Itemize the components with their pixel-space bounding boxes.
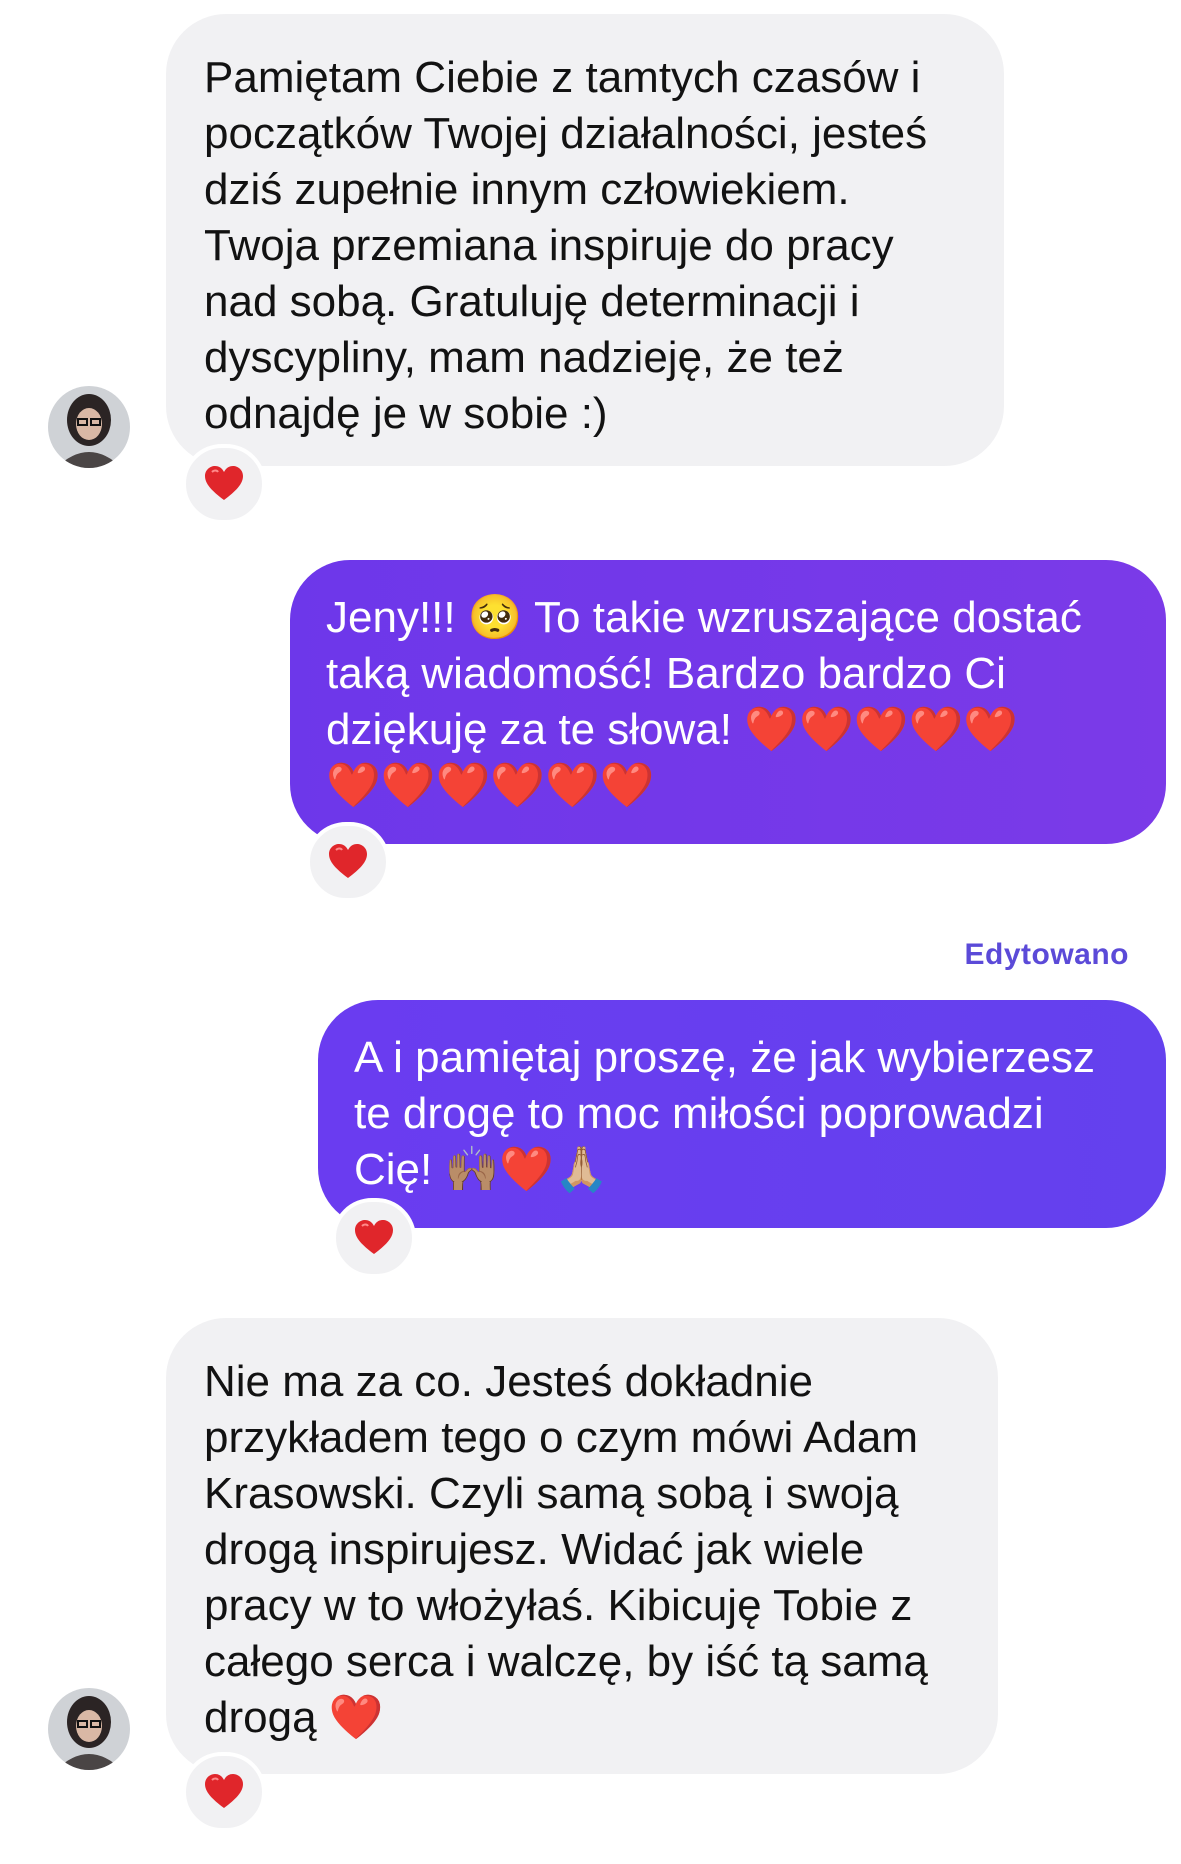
reaction-badge[interactable] — [332, 1198, 416, 1278]
red-heart-icon — [355, 1220, 393, 1254]
edited-label: Edytowano — [964, 938, 1129, 971]
red-heart-icon — [205, 1774, 243, 1808]
red-heart-icon — [329, 844, 367, 878]
message-thread: Pamiętam Ciebie z tamtych czasów i począ… — [0, 0, 1181, 1864]
outgoing-message-bubble[interactable]: A i pamiętaj proszę, że jak wybierzesz t… — [318, 1000, 1166, 1228]
outgoing-message-bubble[interactable]: Jeny!!! 🥺 To takie wzruszające dostać ta… — [290, 560, 1166, 844]
reaction-badge[interactable] — [182, 444, 266, 524]
red-heart-icon — [205, 466, 243, 500]
incoming-message-bubble[interactable]: Nie ma za co. Jesteś dokładnie przykłade… — [166, 1318, 998, 1774]
sender-avatar[interactable] — [48, 1688, 130, 1770]
reaction-badge[interactable] — [182, 1752, 266, 1832]
sender-avatar[interactable] — [48, 386, 130, 468]
reaction-badge[interactable] — [306, 822, 390, 902]
incoming-message-bubble[interactable]: Pamiętam Ciebie z tamtych czasów i począ… — [166, 14, 1004, 466]
